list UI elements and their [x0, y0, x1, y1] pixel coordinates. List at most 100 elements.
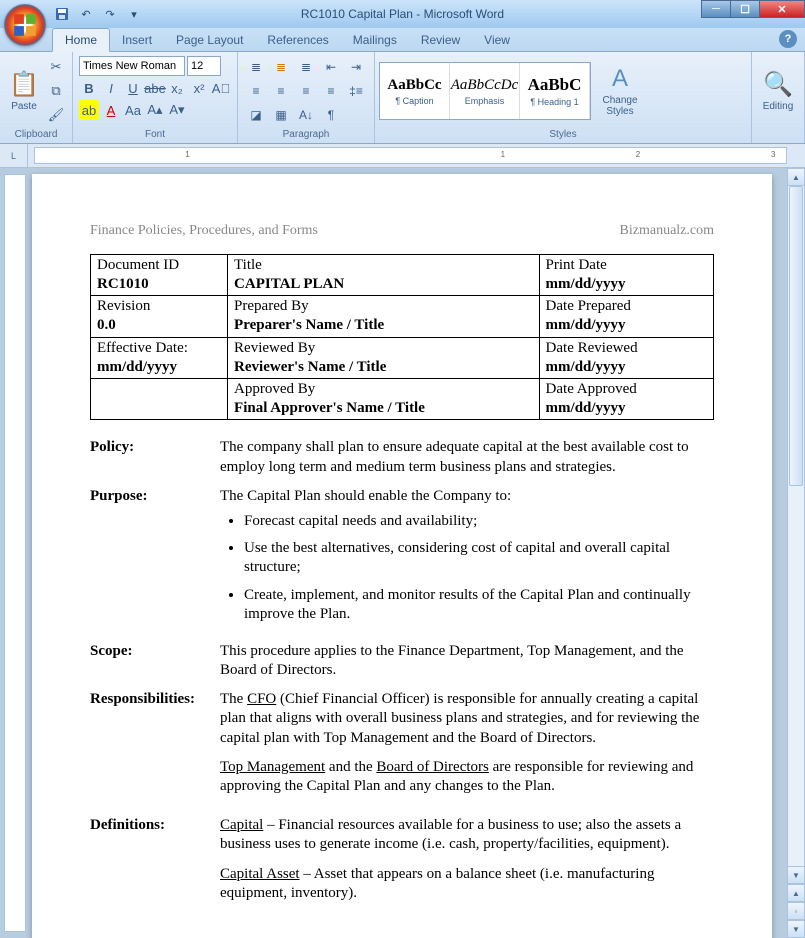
line-spacing-button[interactable]: ‡≡ — [344, 80, 368, 102]
group-title-editing — [756, 128, 800, 143]
header-left: Finance Policies, Procedures, and Forms — [90, 222, 318, 240]
header-right: Bizmanualz.com — [620, 222, 714, 240]
document-area[interactable]: Finance Policies, Procedures, and Forms … — [26, 168, 787, 938]
tab-page-layout[interactable]: Page Layout — [164, 29, 255, 51]
table-row: Effective Date:mm/dd/yyyy Reviewed ByRev… — [91, 337, 714, 378]
align-center-button[interactable]: ≡ — [269, 80, 293, 102]
justify-button[interactable]: ≡ — [319, 80, 343, 102]
help-button[interactable]: ? — [779, 30, 797, 48]
shrink-font-button[interactable]: A▾ — [167, 100, 187, 120]
undo-button[interactable]: ↶ — [76, 4, 96, 24]
section-policy: Policy: The company shall plan to ensure… — [90, 438, 714, 476]
page: Finance Policies, Procedures, and Forms … — [32, 174, 772, 938]
group-title-clipboard: Clipboard — [4, 128, 68, 143]
list-item: Forecast capital needs and availability; — [244, 512, 714, 531]
group-clipboard: 📋 Paste ✂ ⧉ 🖌 Clipboard — [0, 52, 73, 143]
bold-button[interactable]: B — [79, 78, 99, 98]
table-row: Revision0.0 Prepared ByPreparer's Name /… — [91, 296, 714, 337]
copy-button[interactable]: ⧉ — [46, 81, 66, 101]
tab-home[interactable]: Home — [52, 28, 110, 52]
section-responsibilities: Responsibilities: The CFO (Chief Financi… — [90, 690, 714, 806]
italic-button[interactable]: I — [101, 78, 121, 98]
find-button[interactable]: 🔍 Editing — [756, 54, 800, 128]
align-right-button[interactable]: ≡ — [294, 80, 318, 102]
font-color-button[interactable]: A — [101, 100, 121, 120]
title-bar: ↶ ↷ ▾ RC1010 Capital Plan - Microsoft Wo… — [0, 0, 805, 28]
multilevel-button[interactable]: ≣ — [294, 56, 318, 78]
next-page-button[interactable]: ▼ — [787, 920, 805, 938]
redo-button[interactable]: ↷ — [100, 4, 120, 24]
find-icon: 🔍 — [763, 70, 793, 99]
font-name-combo[interactable]: Times New Roman — [79, 56, 185, 76]
vertical-ruler[interactable] — [4, 174, 26, 932]
format-painter-button[interactable]: 🖌 — [46, 105, 66, 125]
change-styles-icon: A — [612, 65, 628, 93]
style-emphasis[interactable]: AaBbCcDc Emphasis — [450, 63, 520, 119]
cut-button[interactable]: ✂ — [46, 57, 66, 77]
style-name: Emphasis — [465, 96, 505, 106]
style-preview: AaBbC — [528, 75, 582, 95]
tab-review[interactable]: Review — [409, 29, 472, 51]
horizontal-ruler[interactable]: 1 1 2 3 — [34, 147, 787, 164]
tab-mailings[interactable]: Mailings — [341, 29, 409, 51]
align-left-button[interactable]: ≡ — [244, 80, 268, 102]
section-definitions: Definitions: Capital – Financial resourc… — [90, 816, 714, 913]
style-caption[interactable]: AaBbCc ¶ Caption — [380, 63, 450, 119]
clear-format-button[interactable]: A⃠ — [211, 78, 231, 98]
superscript-button[interactable]: x² — [189, 78, 209, 98]
group-title-font: Font — [77, 128, 233, 143]
vertical-scrollbar[interactable]: ▲ ▼ ▲ ◦ ▼ — [787, 168, 805, 938]
style-name: ¶ Caption — [395, 96, 433, 106]
close-button[interactable]: ✕ — [759, 0, 805, 18]
sort-button[interactable]: A↓ — [294, 104, 318, 126]
table-row: Document IDRC1010 TitleCAPITAL PLAN Prin… — [91, 254, 714, 295]
shading-button[interactable]: ◪ — [244, 104, 268, 126]
group-font: Times New Roman 12 B I U abe x₂ x² A⃠ ab… — [73, 52, 238, 143]
paste-button[interactable]: 📋 Paste — [4, 54, 44, 128]
group-editing: 🔍 Editing — [752, 52, 805, 143]
underline-button[interactable]: U — [123, 78, 143, 98]
tab-references[interactable]: References — [255, 29, 340, 51]
save-button[interactable] — [52, 4, 72, 24]
scroll-thumb[interactable] — [789, 186, 803, 486]
list-item: Create, implement, and monitor results o… — [244, 586, 714, 624]
ruler-area: L 1 1 2 3 — [0, 144, 805, 168]
change-case-button[interactable]: Aa — [123, 100, 143, 120]
group-title-styles: Styles — [379, 128, 747, 143]
maximize-button[interactable]: ☐ — [730, 0, 760, 18]
style-name: ¶ Heading 1 — [530, 97, 578, 107]
office-button[interactable] — [4, 4, 46, 46]
grow-font-button[interactable]: A▴ — [145, 100, 165, 120]
bullets-button[interactable]: ≣ — [244, 56, 268, 78]
style-heading1[interactable]: AaBbC ¶ Heading 1 — [520, 63, 590, 119]
group-styles: AaBbCc ¶ Caption AaBbCcDc Emphasis AaBbC… — [375, 52, 752, 143]
paste-label: Paste — [11, 101, 37, 112]
borders-button[interactable]: ▦ — [269, 104, 293, 126]
highlight-button[interactable]: ab — [79, 100, 99, 120]
browse-object-button[interactable]: ◦ — [787, 902, 805, 920]
font-size-combo[interactable]: 12 — [187, 56, 221, 76]
minimize-button[interactable]: ─ — [701, 0, 731, 18]
tab-view[interactable]: View — [472, 29, 522, 51]
group-paragraph: ≣ ≣ ≣ ⇤ ⇥ ≡ ≡ ≡ ≡ ‡≡ ◪ ▦ A↓ ¶ — [238, 52, 375, 143]
scroll-down-button[interactable]: ▼ — [787, 866, 805, 884]
list-item: Use the best alternatives, considering c… — [244, 539, 714, 577]
numbering-button[interactable]: ≣ — [269, 56, 293, 78]
subscript-button[interactable]: x₂ — [167, 78, 187, 98]
increase-indent-button[interactable]: ⇥ — [344, 56, 368, 78]
ribbon-tabs: Home Insert Page Layout References Maili… — [0, 28, 805, 52]
change-styles-button[interactable]: A Change Styles — [595, 63, 645, 119]
strikethrough-button[interactable]: abe — [145, 78, 165, 98]
qat-customize-button[interactable]: ▾ — [124, 4, 144, 24]
section-scope: Scope: This procedure applies to the Fin… — [90, 642, 714, 680]
quick-access-toolbar: ↶ ↷ ▾ — [52, 4, 144, 24]
window-controls: ─ ☐ ✕ — [702, 0, 805, 28]
scroll-up-button[interactable]: ▲ — [787, 168, 805, 186]
scroll-track[interactable] — [787, 186, 805, 866]
show-marks-button[interactable]: ¶ — [319, 104, 343, 126]
tab-insert[interactable]: Insert — [110, 29, 164, 51]
prev-page-button[interactable]: ▲ — [787, 884, 805, 902]
styles-gallery[interactable]: AaBbCc ¶ Caption AaBbCcDc Emphasis AaBbC… — [379, 62, 591, 120]
tab-selector[interactable]: L — [0, 144, 28, 167]
decrease-indent-button[interactable]: ⇤ — [319, 56, 343, 78]
